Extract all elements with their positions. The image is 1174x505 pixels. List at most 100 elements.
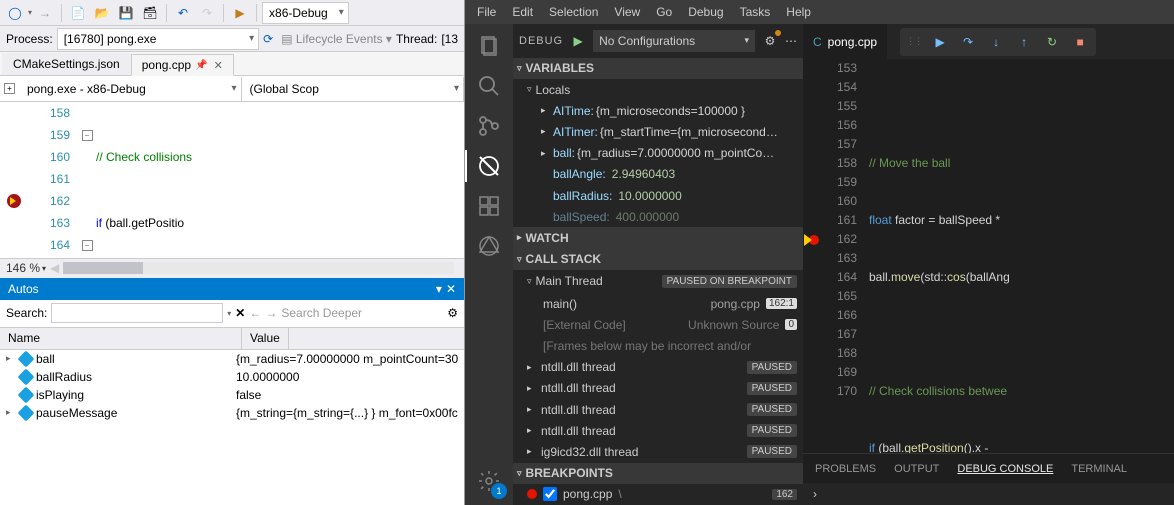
tab-pong-cpp[interactable]: pong.cpp📌✕ (131, 54, 234, 76)
process-combo[interactable]: [16780] pong.exe (57, 28, 259, 50)
search-fwd-icon[interactable]: → (265, 306, 277, 320)
extensions-icon[interactable] (475, 192, 503, 220)
search-back-icon[interactable]: ← (249, 306, 261, 320)
h-scrollbar[interactable] (63, 262, 454, 274)
panel-problems[interactable]: PROBLEMS (815, 463, 876, 475)
code-area[interactable]: // Check collisions if (ball.getPositio … (96, 102, 464, 258)
fold-icon[interactable]: − (82, 240, 93, 251)
thread-row[interactable]: ▸ig9icd32.dll threadPAUSED (513, 441, 803, 462)
fold-icon[interactable]: − (82, 130, 93, 141)
debug-toolbar[interactable]: ⋮⋮ ▶ ↷ ↓ ↑ ↻ ■ (900, 28, 1096, 56)
menu-view[interactable]: View (606, 0, 648, 24)
breakpoint-row[interactable]: pong.cpp \ 162 (513, 484, 803, 505)
redo-icon[interactable]: ↷ (196, 2, 218, 24)
back-button[interactable]: ◯ (4, 2, 26, 24)
code-area[interactable]: // Move the ball float factor = ballSpee… (869, 59, 1174, 453)
auto-row[interactable]: ▸pauseMessage{m_string={m_string={...} }… (0, 404, 464, 422)
thread-row[interactable]: ▸ntdll.dll threadPAUSED (513, 420, 803, 441)
scm-icon[interactable] (475, 112, 503, 140)
variables-header[interactable]: ▿VARIABLES (513, 58, 803, 79)
search-deeper-button[interactable]: Search Deeper (281, 306, 443, 320)
debug-more-icon[interactable]: ⋯ (785, 34, 797, 48)
breakpoint-gutter[interactable] (0, 102, 28, 258)
menu-go[interactable]: Go (648, 0, 680, 24)
thread-main[interactable]: ▿Main ThreadPAUSED ON BREAKPOINT (513, 270, 803, 293)
dropdown-icon[interactable]: ▾ (436, 282, 442, 296)
variable-row[interactable]: ballAngle: 2.94960403 (513, 164, 803, 185)
breakpoint-current-icon[interactable] (7, 194, 21, 208)
debug-icon[interactable] (475, 152, 503, 180)
menu-edit[interactable]: Edit (504, 0, 541, 24)
variable-row[interactable]: ballRadius: 10.0000000 (513, 185, 803, 206)
auto-row[interactable]: ▸ball{m_radius=7.00000000 m_pointCount=3… (0, 350, 464, 368)
config-combo[interactable]: x86-Debug (262, 2, 349, 24)
cmake-icon[interactable] (475, 232, 503, 260)
clear-icon[interactable]: ✕ (235, 306, 245, 320)
step-over-button[interactable]: ↷ (958, 32, 978, 52)
menu-selection[interactable]: Selection (541, 0, 606, 24)
variable-row[interactable]: ▸AITimer: {m_startTime={m_microsecond… (513, 121, 803, 142)
refresh-icon[interactable]: ⟳ (263, 32, 273, 46)
callstack-header[interactable]: ▿CALL STACK (513, 249, 803, 270)
menu-help[interactable]: Help (778, 0, 819, 24)
locals-header[interactable]: ▿Locals (513, 79, 803, 100)
auto-row[interactable]: ballRadius10.0000000 (0, 368, 464, 386)
editor-tab-pong[interactable]: Cpong.cpp (803, 24, 888, 59)
step-into-button[interactable]: ↓ (986, 32, 1006, 52)
select-startup-icon[interactable]: ▶ (229, 2, 251, 24)
save-all-icon[interactable]: 🗃 (139, 2, 161, 24)
close-panel-icon[interactable]: ✕ (446, 282, 456, 296)
stack-frame[interactable]: [External Code]Unknown Source0 (513, 314, 803, 335)
settings-icon[interactable]: 1 (475, 467, 503, 495)
menu-tasks[interactable]: Tasks (732, 0, 779, 24)
thread-row[interactable]: ▸ntdll.dll threadPAUSED (513, 357, 803, 378)
search-icon[interactable] (475, 72, 503, 100)
debug-config-dropdown[interactable]: No Configurations▾ (593, 30, 755, 52)
restart-button[interactable]: ↻ (1042, 32, 1062, 52)
bp-gutter[interactable] (803, 59, 825, 453)
breakpoint-current-icon[interactable] (809, 235, 819, 245)
zoom-label[interactable]: 146 % (6, 261, 40, 275)
forward-button[interactable]: → (34, 2, 56, 24)
scope-combo-2[interactable]: (Global Scop (242, 77, 465, 101)
explorer-icon[interactable] (475, 32, 503, 60)
variable-row[interactable]: ballSpeed: 400.000000 (513, 206, 803, 227)
tab-cmakesettings[interactable]: CMakeSettings.json (2, 53, 131, 75)
vs-code-editor[interactable]: 158159160 161162163 164165166 − − // Che… (0, 102, 464, 258)
breakpoint-checkbox[interactable] (543, 487, 557, 501)
drag-grip-icon[interactable]: ⋮⋮ (906, 36, 922, 47)
debug-config-gear-icon[interactable]: ⚙ (759, 30, 781, 52)
undo-icon[interactable]: ↶ (172, 2, 194, 24)
stop-button[interactable]: ■ (1070, 32, 1090, 52)
auto-row[interactable]: isPlayingfalse (0, 386, 464, 404)
panel-terminal[interactable]: TERMINAL (1071, 463, 1127, 475)
nav-toggle-icon[interactable]: + (4, 83, 15, 94)
variable-row[interactable]: ▸ball: {m_radius=7.00000000 m_pointCo… (513, 143, 803, 164)
step-out-button[interactable]: ↑ (1014, 32, 1034, 52)
thread-row[interactable]: ▸ntdll.dll threadPAUSED (513, 378, 803, 399)
breakpoints-header[interactable]: ▿BREAKPOINTS (513, 463, 803, 484)
debug-start-button[interactable]: ▶ (567, 34, 589, 48)
continue-button[interactable]: ▶ (930, 32, 950, 52)
fold-gutter[interactable]: − − (78, 102, 96, 258)
open-file-icon[interactable]: 📂 (91, 2, 113, 24)
close-icon[interactable]: ✕ (214, 59, 223, 72)
variable-row[interactable]: ▸AITime: {m_microseconds=100000 } (513, 100, 803, 121)
pin-icon[interactable]: 📌 (195, 60, 207, 71)
scope-combo[interactable]: pong.exe - x86-Debug (19, 77, 242, 101)
menu-debug[interactable]: Debug (680, 0, 731, 24)
col-value[interactable]: Value (242, 328, 289, 349)
search-input[interactable] (51, 303, 223, 323)
breadcrumb-chevron-icon[interactable]: › (803, 487, 827, 501)
save-icon[interactable]: 💾 (115, 2, 137, 24)
panel-debug-console[interactable]: DEBUG CONSOLE (957, 463, 1053, 475)
col-name[interactable]: Name (0, 328, 242, 349)
new-file-icon[interactable]: 📄 (67, 2, 89, 24)
stack-frame[interactable]: main()pong.cpp162:1 (513, 293, 803, 314)
menu-file[interactable]: File (469, 0, 504, 24)
panel-output[interactable]: OUTPUT (894, 463, 939, 475)
watch-header[interactable]: ▸WATCH (513, 227, 803, 248)
vsc-code-editor[interactable]: 153154155 156157158 159160161 162163164 … (803, 59, 1174, 453)
settings-icon[interactable]: ⚙ (447, 306, 458, 320)
thread-row[interactable]: ▸ntdll.dll threadPAUSED (513, 399, 803, 420)
